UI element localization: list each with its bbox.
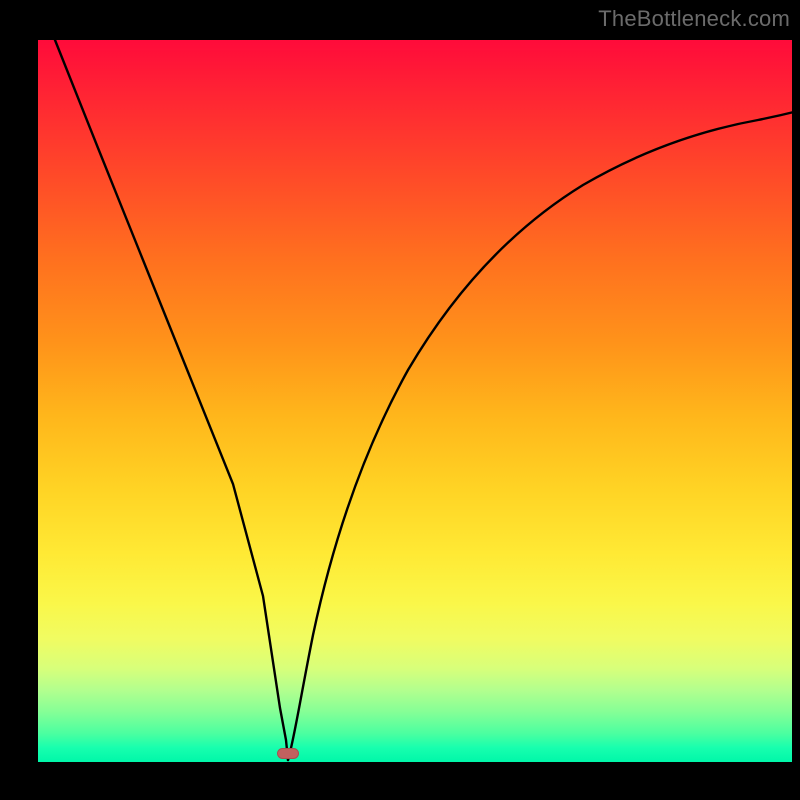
curve-right-branch: [288, 111, 798, 760]
bottleneck-curve: [38, 40, 792, 762]
curve-left-branch: [53, 35, 288, 760]
watermark-text: TheBottleneck.com: [598, 6, 790, 32]
chart-frame: TheBottleneck.com: [0, 0, 800, 800]
optimum-marker: [277, 748, 299, 759]
plot-area: [38, 40, 792, 762]
